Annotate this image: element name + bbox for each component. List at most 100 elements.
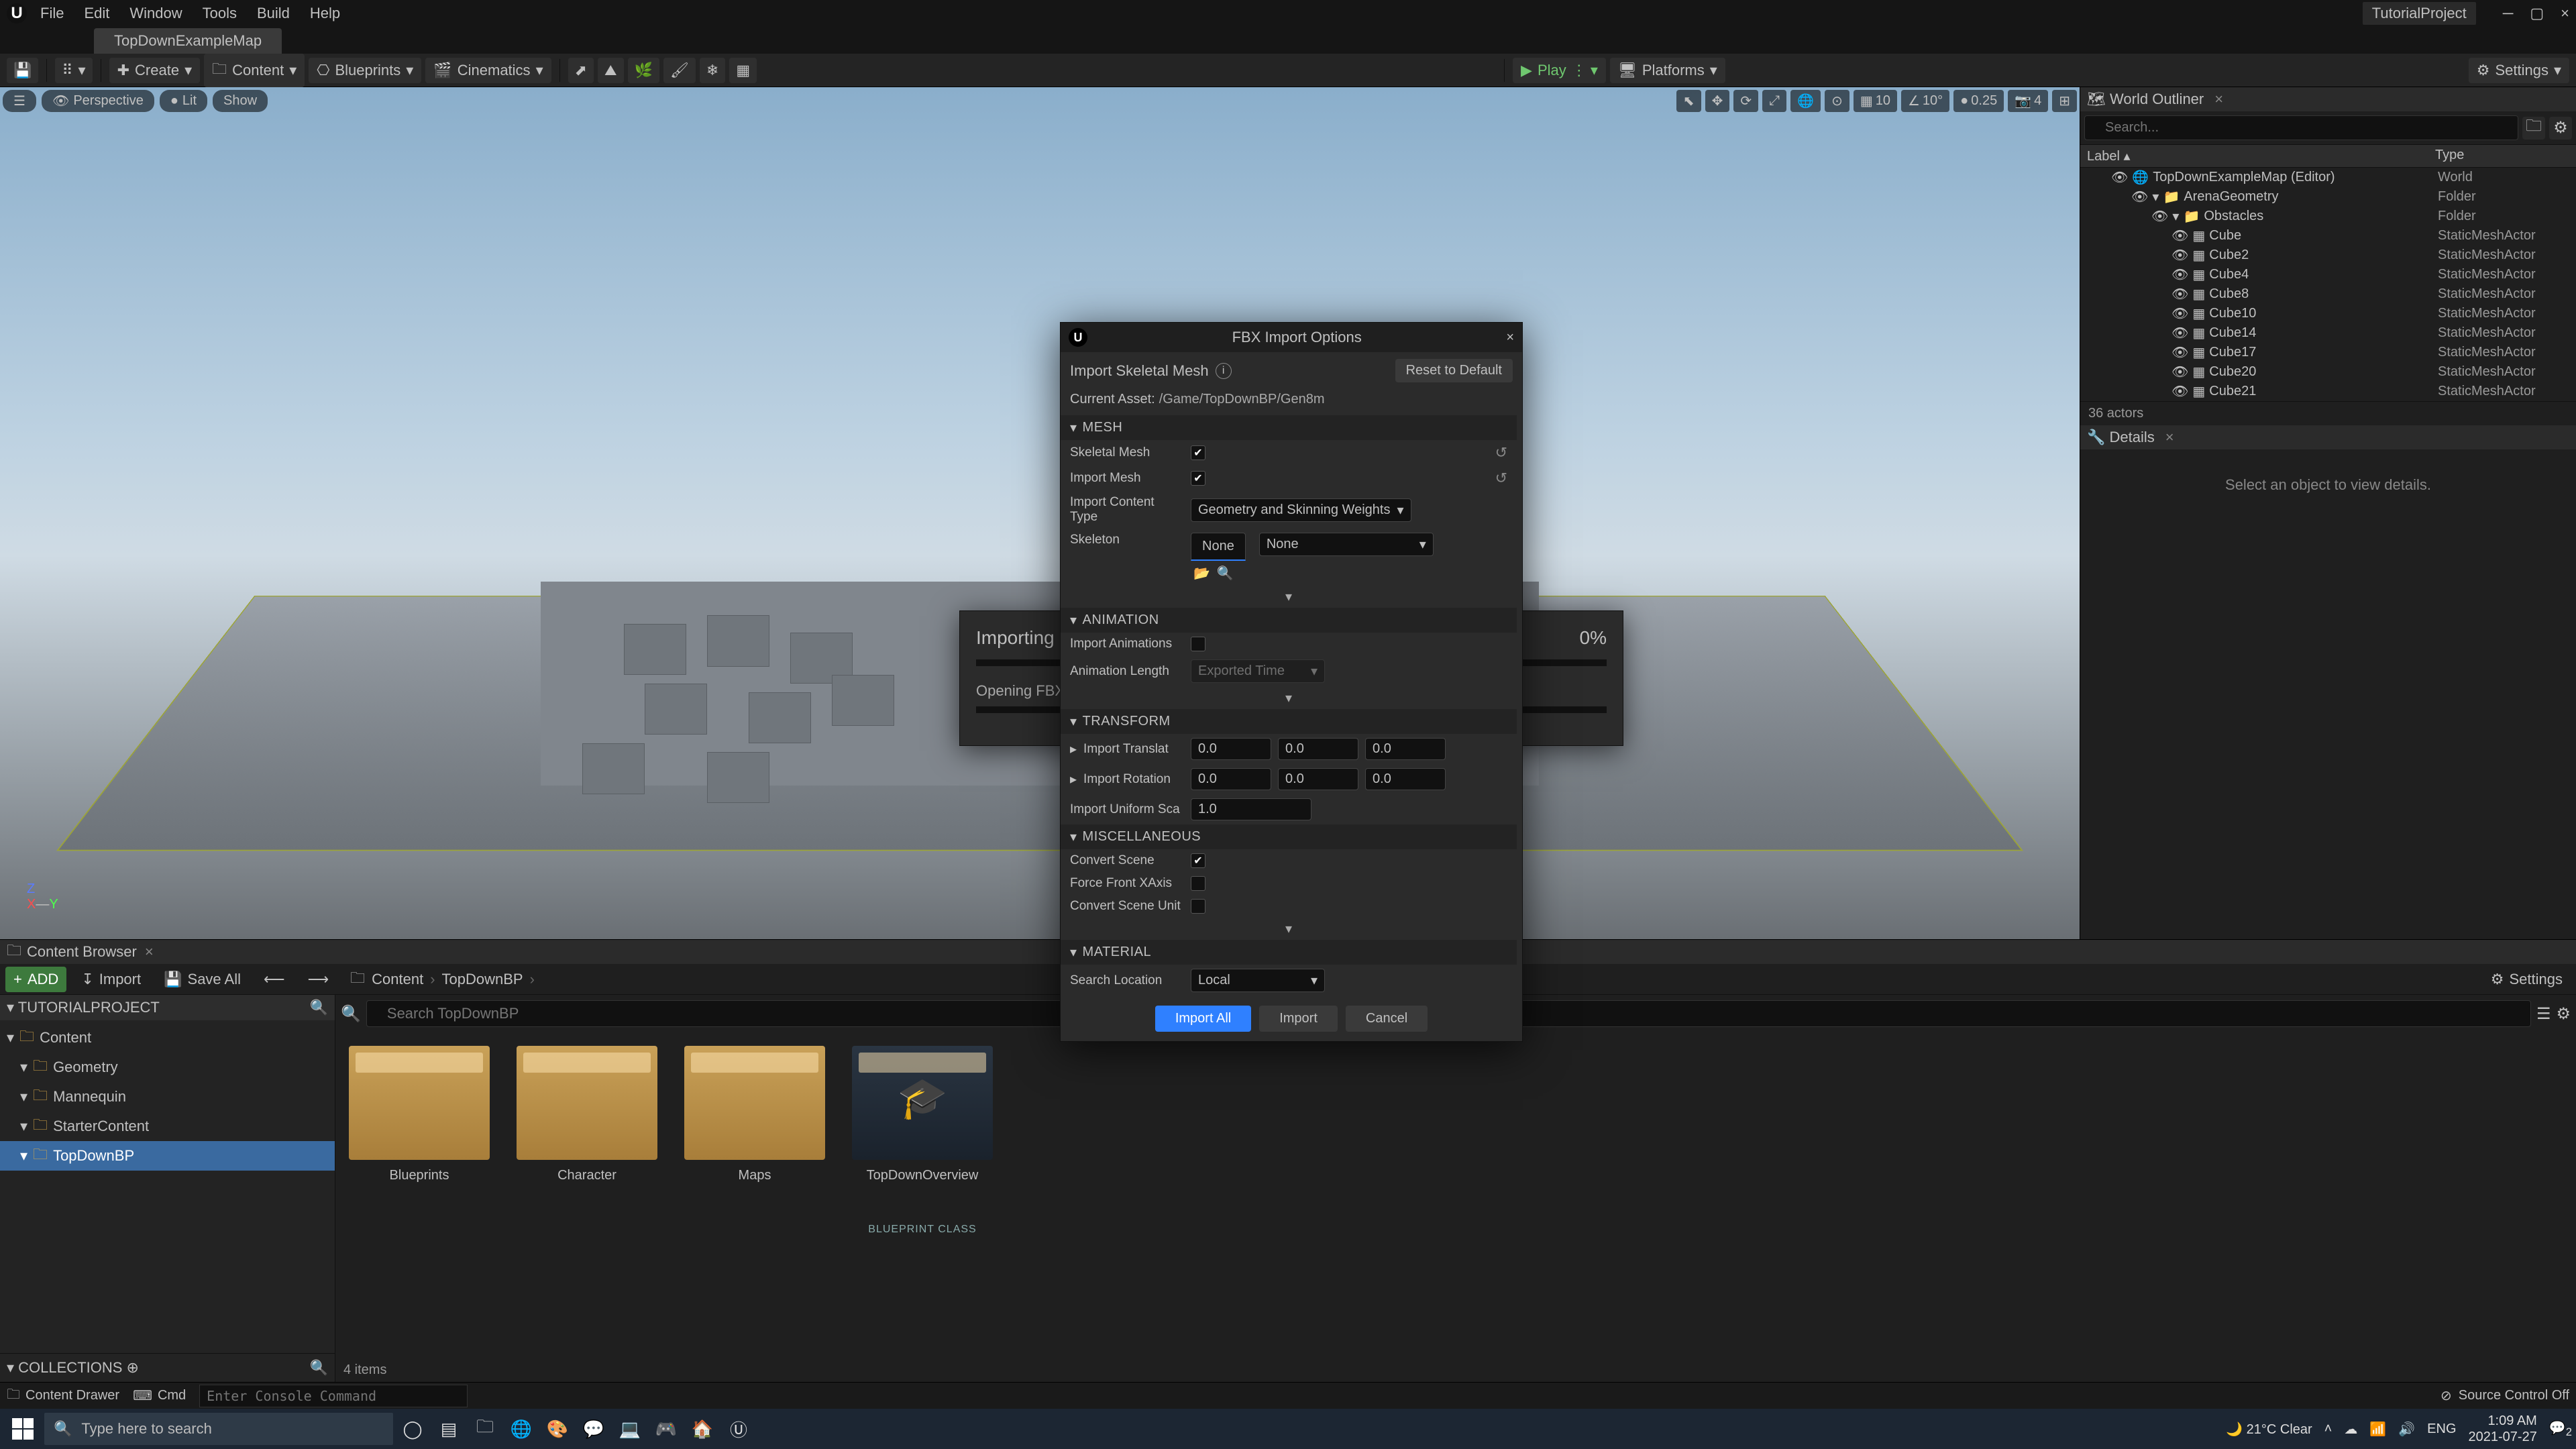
menu-help[interactable]: Help (310, 5, 340, 22)
tool-mesh-paint-button[interactable]: 🖌 (663, 58, 696, 83)
details-close-button[interactable]: × (2165, 429, 2174, 446)
viewport-show-button[interactable]: Show (213, 90, 268, 112)
taskbar-app-icon[interactable]: 🏠 (686, 1413, 719, 1445)
outliner-row[interactable]: 👁▦CubeStaticMeshActor (2080, 226, 2576, 246)
menu-edit[interactable]: Edit (84, 5, 109, 22)
anim-expand-button[interactable]: ▾ (1061, 687, 1517, 709)
cb-history-fwd-button[interactable]: ⟶ (300, 967, 337, 992)
import-content-type-combo[interactable]: Geometry and Skinning Weights▾ (1191, 498, 1411, 522)
expand-arrow-icon[interactable]: ▸ (1070, 771, 1077, 788)
outliner-row[interactable]: 👁▦Cube4StaticMeshActor (2080, 265, 2576, 284)
cb-tree-row[interactable]: ▾🗀TopDownBP (0, 1141, 335, 1171)
use-selected-button[interactable]: 📂 (1193, 565, 1210, 582)
cb-tree-list[interactable]: ▾🗀Content▾🗀Geometry▾🗀Mannequin▾🗀StarterC… (0, 1020, 335, 1353)
rotate-z-input[interactable]: 0.0 (1365, 768, 1446, 790)
browse-button[interactable]: 🔍 (1217, 565, 1234, 582)
translate-z-input[interactable]: 0.0 (1365, 738, 1446, 760)
transform-scale-button[interactable]: ⤢ (1762, 90, 1786, 112)
cb-asset-grid[interactable]: Blueprints Character Maps 🎓TopDownOvervi… (335, 1032, 2576, 1358)
outliner-col-type[interactable]: Type (2435, 148, 2569, 149)
outliner-row[interactable]: 👁▾📁ObstaclesFolder (2080, 207, 2576, 226)
convert-scene-checkbox[interactable] (1191, 853, 1205, 868)
cb-tree-row[interactable]: ▾🗀Content (0, 1023, 335, 1053)
cb-assets-filter-button[interactable]: ☰ (2536, 1004, 2551, 1024)
outliner-col-label[interactable]: Label ▴ (2087, 148, 2435, 149)
transform-move-button[interactable]: ✥ (1705, 90, 1730, 112)
search-location-combo[interactable]: Local▾ (1191, 969, 1325, 992)
minimize-button[interactable]: ─ (2503, 5, 2514, 22)
cb-assets-filter-adv-button[interactable]: ⚙ (2556, 1004, 2571, 1024)
outliner-row[interactable]: 👁▦Cube17StaticMeshActor (2080, 343, 2576, 362)
cb-tree-row[interactable]: ▾🗀StarterContent (0, 1112, 335, 1141)
folder-asset[interactable]: Character (517, 1046, 657, 1183)
taskbar-app-icon[interactable]: 🌐 (504, 1413, 538, 1445)
expand-arrow-icon[interactable]: ▸ (1070, 741, 1077, 757)
cb-tree-row[interactable]: ▾🗀Geometry (0, 1053, 335, 1082)
outliner-search-input[interactable] (2084, 115, 2518, 140)
camera-speed-button[interactable]: 📷 4 (2008, 90, 2048, 112)
section-material-header[interactable]: ▾Material (1061, 940, 1517, 965)
folder-asset[interactable]: Blueprints (349, 1046, 490, 1183)
cinematics-button[interactable]: 🎬Cinematics▾ (425, 58, 551, 83)
skeleton-picker-button[interactable]: None (1191, 533, 1246, 561)
taskbar-app-icon[interactable]: 🗀 (468, 1413, 502, 1445)
import-button[interactable]: Import (1259, 1006, 1338, 1032)
outliner-row[interactable]: 👁▦Cube21StaticMeshActor (2080, 382, 2576, 401)
taskbar-app-icon[interactable]: 💻 (613, 1413, 647, 1445)
taskbar-app-ue[interactable]: Ⓤ (722, 1413, 755, 1445)
menu-window[interactable]: Window (129, 5, 182, 22)
volume-icon[interactable]: 🔊 (2398, 1421, 2415, 1438)
outliner-close-button[interactable]: × (2214, 91, 2223, 108)
cb-save-all-button[interactable]: 💾 Save All (156, 967, 249, 992)
outliner-row[interactable]: 👁▾📁ArenaGeometryFolder (2080, 187, 2576, 207)
section-animation-header[interactable]: ▾Animation (1061, 608, 1517, 633)
level-tab[interactable]: TopDownExampleMap (94, 28, 282, 54)
cb-tree-row[interactable]: ▾🗀Mannequin (0, 1082, 335, 1112)
blueprint-asset[interactable]: 🎓TopDownOverviewBLUEPRINT CLASS (852, 1046, 993, 1236)
play-button[interactable]: ▶Play ⋮ ▾ (1513, 58, 1606, 83)
taskbar-app-icon[interactable]: 🎮 (649, 1413, 683, 1445)
platforms-button[interactable]: 🖥Platforms▾ (1610, 58, 1725, 83)
scale-snap-button[interactable]: ● 0.25 (1953, 90, 2004, 112)
skeleton-combo[interactable]: None▾ (1259, 533, 1434, 556)
cb-collections-search[interactable]: 🔍 (310, 1359, 328, 1377)
language-indicator[interactable]: ENG (2427, 1421, 2456, 1437)
maximize-button[interactable]: ▢ (2530, 5, 2544, 22)
taskbar-app-icon[interactable]: 💬 (577, 1413, 610, 1445)
cmd-button[interactable]: ⌨ Cmd (133, 1387, 186, 1404)
cb-settings-button[interactable]: ⚙ Settings (2483, 967, 2571, 992)
menu-build[interactable]: Build (257, 5, 290, 22)
reset-prop-button[interactable]: ↺ (1495, 444, 1507, 462)
skeletal-mesh-checkbox[interactable] (1191, 445, 1205, 460)
info-icon[interactable]: i (1216, 363, 1232, 379)
coord-space-button[interactable]: 🌐 (1790, 90, 1821, 112)
reset-prop-button[interactable]: ↺ (1495, 470, 1507, 487)
details-tab[interactable]: 🔧 Details (2087, 429, 2155, 446)
mesh-expand-button[interactable]: ▾ (1061, 586, 1517, 608)
force-front-x-checkbox[interactable] (1191, 876, 1205, 891)
tool-foliage-button[interactable]: 🌿 (628, 58, 659, 83)
tool-landscape-button[interactable]: ⛰ (598, 58, 623, 83)
outliner-settings-button[interactable]: ⚙ (2549, 117, 2572, 140)
modes-button[interactable]: ⠿▾ (55, 58, 92, 83)
reset-to-default-button[interactable]: Reset to Default (1395, 359, 1513, 382)
rotate-x-input[interactable]: 0.0 (1191, 768, 1271, 790)
cb-tree-header[interactable]: ▾ TUTORIALPROJECT (7, 999, 160, 1016)
outliner-row[interactable]: 👁▦Cube8StaticMeshActor (2080, 284, 2576, 304)
viewport-lit-button[interactable]: ● Lit (160, 90, 207, 112)
menu-tools[interactable]: Tools (203, 5, 237, 22)
outliner-row[interactable]: 👁🌐TopDownExampleMap (Editor)World (2080, 168, 2576, 187)
outliner-row[interactable]: 👁▦Cube2StaticMeshActor (2080, 246, 2576, 265)
outliner-row[interactable]: 👁▦Cube20StaticMeshActor (2080, 362, 2576, 382)
surface-snap-button[interactable]: ⊙ (1825, 90, 1849, 112)
content-drawer-button[interactable]: 🗀 Content Drawer (7, 1385, 119, 1407)
outliner-tab[interactable]: 🗺 World Outliner (2087, 91, 2204, 108)
menu-file[interactable]: File (40, 5, 64, 22)
grid-snap-button[interactable]: ▦ 10 (1854, 90, 1897, 112)
viewport-options-button[interactable]: ☰ (3, 90, 36, 112)
console-input[interactable] (199, 1385, 468, 1407)
convert-scene-unit-checkbox[interactable] (1191, 899, 1205, 914)
content-button[interactable]: 🗀Content▾ (204, 54, 305, 87)
task-view-button[interactable]: ◯ (396, 1413, 429, 1445)
taskbar-search[interactable]: 🔍Type here to search (44, 1413, 393, 1445)
